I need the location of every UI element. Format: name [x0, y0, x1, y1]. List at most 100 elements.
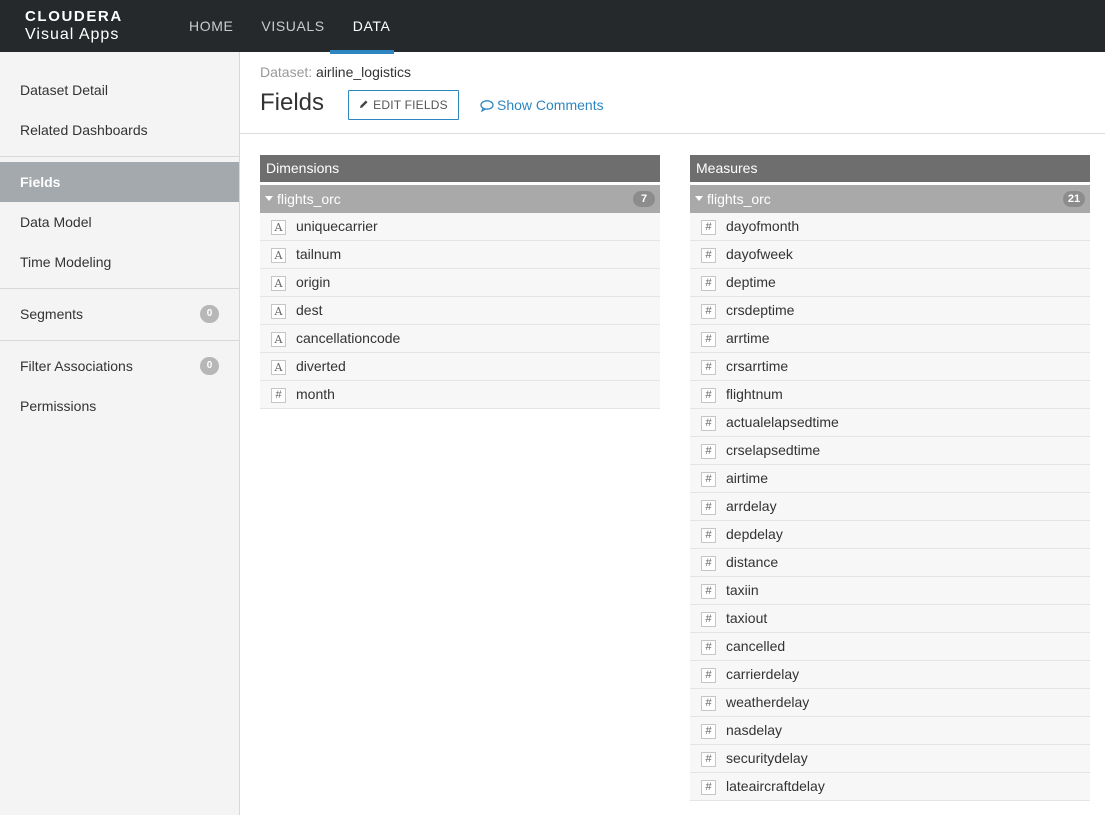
numeric-type-icon: # — [701, 780, 716, 795]
nav-active-indicator — [330, 50, 394, 54]
field-row[interactable]: # securitydelay — [690, 745, 1090, 773]
numeric-type-icon: # — [701, 752, 716, 767]
numeric-type-icon: # — [701, 388, 716, 403]
field-name: carrierdelay — [726, 666, 800, 682]
segments-count-badge: 0 — [200, 305, 219, 323]
field-name: crselapsedtime — [726, 442, 821, 458]
field-name: diverted — [296, 358, 346, 374]
dataset-label: Dataset: — [260, 64, 313, 80]
sidebar-item-time-modeling[interactable]: Time Modeling — [0, 242, 239, 282]
field-name: crsdeptime — [726, 302, 795, 318]
measures-group-header[interactable]: flights_orc 21 — [690, 185, 1090, 213]
text-type-icon: A — [271, 248, 286, 263]
field-row[interactable]: # dayofmonth — [690, 213, 1090, 241]
sidebar-item-data-model[interactable]: Data Model — [0, 202, 239, 242]
sidebar-item-dataset-detail[interactable]: Dataset Detail — [0, 70, 239, 110]
field-row[interactable]: # month — [260, 381, 660, 409]
field-row[interactable]: Adiverted — [260, 353, 660, 381]
field-name: airtime — [726, 470, 769, 486]
numeric-type-icon: # — [701, 360, 716, 375]
field-name: taxiout — [726, 610, 768, 626]
logo-brand: CLOUDERA — [25, 8, 123, 25]
comments-icon — [480, 99, 494, 115]
logo-product: Visual Apps — [25, 26, 120, 43]
field-row[interactable]: # distance — [690, 549, 1090, 577]
sidebar-item-segments[interactable]: Segments 0 — [0, 294, 239, 334]
caret-down-icon — [695, 196, 703, 201]
cloudera-logo[interactable]: CLOUDERA Visual Apps — [25, 9, 123, 45]
field-row[interactable]: Adest — [260, 297, 660, 325]
field-row[interactable]: # dayofweek — [690, 241, 1090, 269]
caret-down-icon — [265, 196, 273, 201]
sidebar-item-permissions[interactable]: Permissions — [0, 386, 239, 426]
field-row[interactable]: Atailnum — [260, 241, 660, 269]
field-row[interactable]: # actualelapsedtime — [690, 409, 1090, 437]
sidebar-item-filter-associations[interactable]: Filter Associations 0 — [0, 346, 239, 386]
field-name: origin — [296, 274, 331, 290]
numeric-type-icon: # — [701, 248, 716, 263]
group-name: flights_orc — [707, 191, 771, 207]
field-name: flightnum — [726, 386, 783, 402]
field-row[interactable]: # crsdeptime — [690, 297, 1090, 325]
text-type-icon: A — [271, 304, 286, 319]
numeric-type-icon: # — [701, 612, 716, 627]
field-row[interactable]: # carrierdelay — [690, 661, 1090, 689]
field-row[interactable]: # depdelay — [690, 521, 1090, 549]
sidebar-divider — [0, 288, 239, 289]
field-row[interactable]: # flightnum — [690, 381, 1090, 409]
numeric-type-icon: # — [701, 500, 716, 515]
field-name: cancellationcode — [296, 330, 401, 346]
dimensions-title: Dimensions — [260, 155, 660, 182]
field-row[interactable]: # arrdelay — [690, 493, 1090, 521]
sidebar-item-fields[interactable]: Fields — [0, 162, 239, 202]
field-row[interactable]: # arrtime — [690, 325, 1090, 353]
field-name: dayofweek — [726, 246, 793, 262]
show-comments-label: Show Comments — [497, 97, 604, 113]
text-type-icon: A — [271, 360, 286, 375]
edit-fields-label: EDIT FIELDS — [373, 98, 448, 112]
field-name: arrdelay — [726, 498, 777, 514]
measures-field-list: # dayofmonth # dayofweek # deptime # crsdeptime… — [690, 213, 1090, 801]
field-row[interactable]: # taxiout — [690, 605, 1090, 633]
text-type-icon: A — [271, 276, 286, 291]
numeric-type-icon: # — [701, 640, 716, 655]
field-row[interactable]: # taxiin — [690, 577, 1090, 605]
nav-home[interactable]: HOME — [175, 0, 247, 52]
text-type-icon: A — [271, 332, 286, 347]
show-comments-link[interactable]: Show Comments — [480, 97, 604, 115]
group-name: flights_orc — [277, 191, 341, 207]
field-name: cancelled — [726, 638, 786, 654]
field-row[interactable]: # nasdelay — [690, 717, 1090, 745]
sidebar-item-related-dashboards[interactable]: Related Dashboards — [0, 110, 239, 150]
field-name: deptime — [726, 274, 776, 290]
field-row[interactable]: # deptime — [690, 269, 1090, 297]
measures-title: Measures — [690, 155, 1090, 182]
dimensions-count-badge: 7 — [633, 191, 655, 207]
field-name: weatherdelay — [726, 694, 810, 710]
field-row[interactable]: # lateaircraftdelay — [690, 773, 1090, 801]
field-row[interactable]: Aorigin — [260, 269, 660, 297]
numeric-type-icon: # — [701, 444, 716, 459]
dimensions-group-header[interactable]: flights_orc 7 — [260, 185, 660, 213]
field-row[interactable]: Auniquecarrier — [260, 213, 660, 241]
field-row[interactable]: # crsarrtime — [690, 353, 1090, 381]
numeric-type-icon: # — [701, 416, 716, 431]
field-name: tailnum — [296, 246, 342, 262]
numeric-type-icon: # — [271, 388, 286, 403]
field-row[interactable]: Acancellationcode — [260, 325, 660, 353]
numeric-type-icon: # — [701, 276, 716, 291]
field-row[interactable]: # cancelled — [690, 633, 1090, 661]
field-name: lateaircraftdelay — [726, 778, 825, 794]
nav-visuals[interactable]: VISUALS — [247, 0, 338, 52]
numeric-type-icon: # — [701, 584, 716, 599]
field-row[interactable]: # weatherdelay — [690, 689, 1090, 717]
field-row[interactable]: # airtime — [690, 465, 1090, 493]
nav-data[interactable]: DATA — [339, 0, 405, 52]
sidebar-item-label: Filter Associations — [20, 358, 133, 374]
numeric-type-icon: # — [701, 528, 716, 543]
numeric-type-icon: # — [701, 724, 716, 739]
main-nav: HOME VISUALS DATA — [175, 0, 404, 52]
dimensions-field-list: Auniquecarrier Atailnum Aorigin Adest Acance… — [260, 213, 660, 409]
field-row[interactable]: # crselapsedtime — [690, 437, 1090, 465]
edit-fields-button[interactable]: EDIT FIELDS — [348, 90, 459, 120]
